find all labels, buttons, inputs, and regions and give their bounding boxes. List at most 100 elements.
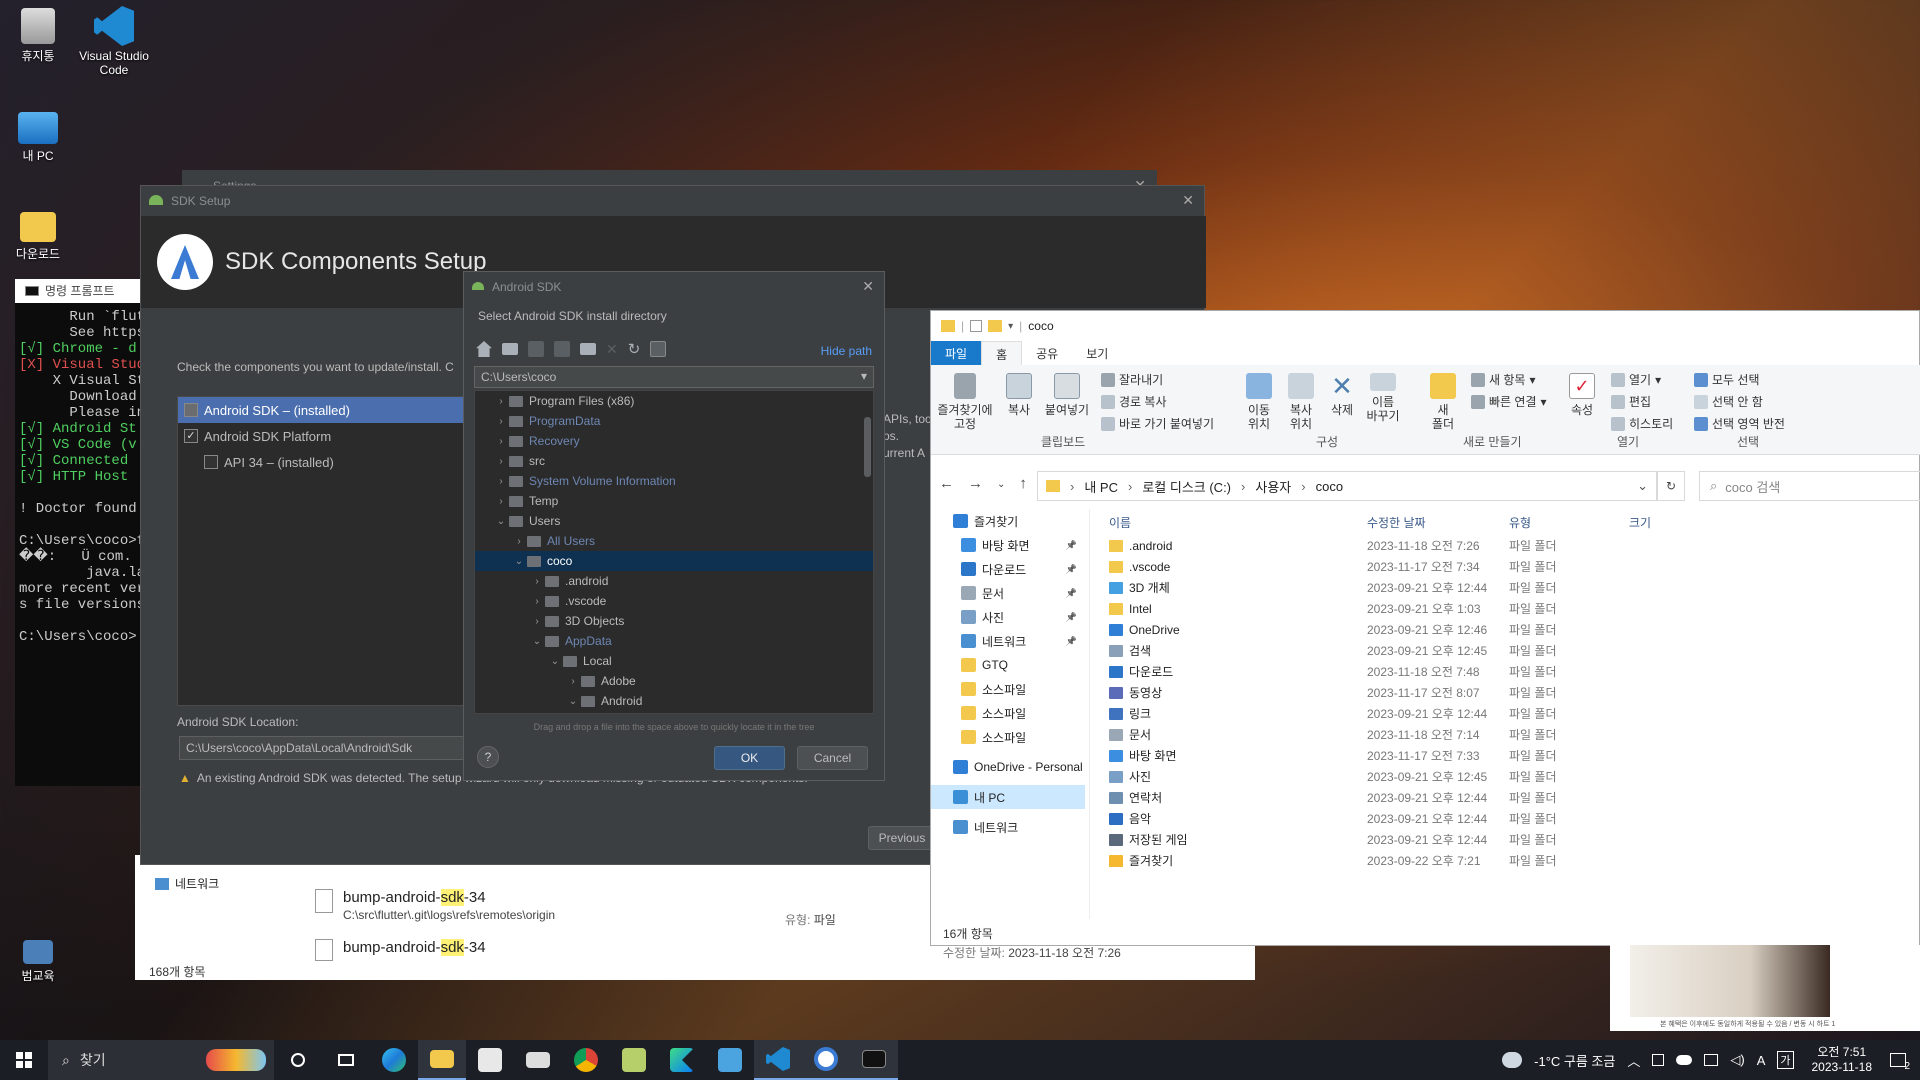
forward-arrow-icon[interactable]: → (968, 475, 983, 492)
search-field[interactable]: ⌕ coco 검색 (1699, 471, 1920, 501)
breadcrumb-item[interactable]: coco (1316, 479, 1343, 494)
directory-tree[interactable]: › Program Files (x86) › ProgramData › Recover… (474, 390, 874, 714)
new-folder-quick-icon[interactable] (988, 320, 1003, 332)
tree-node[interactable]: › .android (475, 571, 873, 591)
tree-node[interactable]: ⌄ Users (475, 511, 873, 531)
show-hidden-icon[interactable] (650, 341, 667, 357)
taskbar-edge[interactable] (370, 1040, 418, 1080)
paste-button[interactable]: 붙여넣기 (1041, 373, 1093, 417)
chevron-right-icon[interactable]: › (511, 536, 527, 547)
tab-share[interactable]: 공유 (1022, 341, 1072, 365)
tree-node[interactable]: ⌄ AppData (475, 631, 873, 651)
checkbox[interactable] (184, 403, 198, 417)
tree-node[interactable]: ⌄ Local (475, 651, 873, 671)
nav-item[interactable]: 즐겨찾기 (931, 509, 1085, 533)
copy-to-button[interactable]: 복사 위치 (1283, 373, 1319, 431)
taskbar-photos[interactable] (610, 1040, 658, 1080)
search-nav-item-network[interactable]: 네트워크 (155, 875, 219, 892)
cmd-output[interactable]: Run `flutt See https: [√] Chrome - d [X] V… (15, 303, 145, 651)
cancel-button[interactable]: Cancel (797, 746, 868, 770)
file-row[interactable]: 검색 2023-09-21 오후 12:45 파일 폴더 (1105, 640, 1905, 661)
taskbar-store[interactable] (466, 1040, 514, 1080)
file-row[interactable]: 문서 2023-11-18 오전 7:14 파일 폴더 (1105, 724, 1905, 745)
tree-node[interactable]: ⌄Sdk (475, 711, 873, 713)
explorer-titlebar[interactable]: | ▾ | coco (931, 311, 1920, 341)
file-row[interactable]: .vscode 2023-11-17 오전 7:34 파일 폴더 (1105, 556, 1905, 577)
onedrive-icon[interactable] (1676, 1055, 1693, 1065)
desktop-icon-recycle-bin[interactable]: 휴지통 (0, 8, 76, 64)
desktop-icon-downloads[interactable]: 다운로드 (0, 212, 76, 262)
chevron-right-icon[interactable]: › (529, 596, 545, 607)
search-result-item[interactable]: bump-android-sdk-34 C:\src\flutter\.git\… (315, 889, 555, 922)
select-none-button[interactable]: 선택 안 함 (1694, 393, 1763, 410)
ime-hangul[interactable]: 가 (1777, 1051, 1794, 1069)
file-row[interactable]: 다운로드 2023-11-18 오전 7:48 파일 폴더 (1105, 661, 1905, 682)
ok-button[interactable]: OK (714, 746, 785, 770)
close-icon[interactable]: ✕ (862, 278, 874, 295)
weather-text[interactable]: -1°C 구름 조금 (1534, 1051, 1615, 1070)
path-input[interactable]: C:\Users\coco ▾ (474, 366, 874, 388)
chevron-down-icon[interactable]: ⌄ (547, 656, 563, 667)
home-icon[interactable] (476, 341, 492, 357)
chevron-up-icon[interactable]: ︿ (1627, 1051, 1640, 1070)
sdk-setup-titlebar[interactable]: SDK Setup ✕ (141, 186, 1204, 216)
tree-node[interactable]: › System Volume Information (475, 471, 873, 491)
tree-node[interactable]: › Program Files (x86) (475, 391, 873, 411)
chevron-right-icon[interactable]: › (1241, 479, 1245, 494)
ime-mode[interactable]: A (1757, 1053, 1766, 1068)
file-row[interactable]: 연락처 2023-09-21 오후 12:44 파일 폴더 (1105, 787, 1905, 808)
nav-item[interactable]: GTQ (931, 653, 1085, 677)
cmd-window[interactable]: 명령 프롬프트 Run `flutt See https: [√] Chrome … (15, 279, 145, 786)
android-sdk-dialog[interactable]: Android SDK ✕ Select Android SDK install… (463, 271, 885, 781)
tree-node[interactable]: › src (475, 451, 873, 471)
desktop-icon[interactable] (502, 343, 518, 355)
cmd-titlebar[interactable]: 명령 프롬프트 (15, 279, 145, 303)
chevron-right-icon[interactable]: › (529, 576, 545, 587)
tray-icon[interactable] (1652, 1054, 1665, 1066)
project-icon[interactable] (528, 341, 544, 357)
nav-item[interactable]: 네트워크 (931, 815, 1085, 839)
notification-center-button[interactable]: 2 (1884, 1046, 1912, 1074)
weather-icon[interactable] (1502, 1052, 1523, 1068)
taskbar-vscode[interactable] (754, 1040, 802, 1080)
tab-file[interactable]: 파일 (931, 341, 982, 365)
tree-scrollbar[interactable] (864, 417, 871, 477)
nav-item[interactable]: 소스파일 (931, 701, 1085, 725)
tree-node[interactable]: › 3D Objects (475, 611, 873, 631)
file-row[interactable]: Intel 2023-09-21 오후 1:03 파일 폴더 (1105, 598, 1905, 619)
back-arrow-icon[interactable]: ← (939, 475, 954, 492)
file-row[interactable]: .android 2023-11-18 오전 7:26 파일 폴더 (1105, 535, 1905, 556)
nav-item[interactable]: 소스파일 (931, 677, 1085, 701)
nav-item[interactable]: 문서 📌 (931, 581, 1085, 605)
address-bar[interactable]: › 내 PC › 로컬 디스크 (C:) › 사용자 › coco ⌄ (1037, 471, 1657, 501)
chevron-right-icon[interactable]: › (493, 396, 509, 407)
file-row[interactable]: 음악 2023-09-21 오후 12:44 파일 폴더 (1105, 808, 1905, 829)
clock[interactable]: 오전 7:51 2023-11-18 (1812, 1045, 1873, 1075)
pin-quick-access-button[interactable]: 즐겨찾기에 고정 (937, 373, 993, 431)
taskbar-mail[interactable] (514, 1040, 562, 1080)
chevron-right-icon[interactable]: › (493, 496, 509, 507)
nav-item[interactable]: 다운로드 📌 (931, 557, 1085, 581)
tree-node[interactable]: › Adobe (475, 671, 873, 691)
breadcrumb-item[interactable]: 로컬 디스크 (C:) (1142, 477, 1231, 496)
column-date[interactable]: 수정한 날짜 (1367, 514, 1509, 531)
close-icon[interactable]: ✕ (1182, 192, 1194, 209)
tree-node[interactable]: ⌄ coco (475, 551, 873, 571)
taskbar-remote[interactable] (706, 1040, 754, 1080)
tree-node[interactable]: › .vscode (475, 591, 873, 611)
chevron-right-icon[interactable]: › (493, 416, 509, 427)
hide-path-link[interactable]: Hide path (821, 344, 872, 358)
taskbar-chrome[interactable] (562, 1040, 610, 1080)
properties-quick-icon[interactable] (970, 320, 983, 332)
help-button[interactable]: ? (477, 746, 499, 768)
file-row[interactable]: OneDrive 2023-09-21 오후 12:46 파일 폴더 (1105, 619, 1905, 640)
desktop-icon-app[interactable]: 범교육 (0, 940, 76, 984)
file-row[interactable]: 바탕 화면 2023-11-17 오전 7:33 파일 폴더 (1105, 745, 1905, 766)
android-sdk-titlebar[interactable]: Android SDK ✕ (464, 272, 884, 302)
column-size[interactable]: 크기 (1629, 514, 1709, 531)
nav-item[interactable]: 소스파일 (931, 725, 1085, 749)
chevron-right-icon[interactable]: › (493, 436, 509, 447)
tab-view[interactable]: 보기 (1072, 341, 1122, 365)
file-row[interactable]: 저장된 게임 2023-09-21 오후 12:44 파일 폴더 (1105, 829, 1905, 850)
paste-shortcut-button[interactable]: 바로 가기 붙여넣기 (1101, 415, 1214, 432)
